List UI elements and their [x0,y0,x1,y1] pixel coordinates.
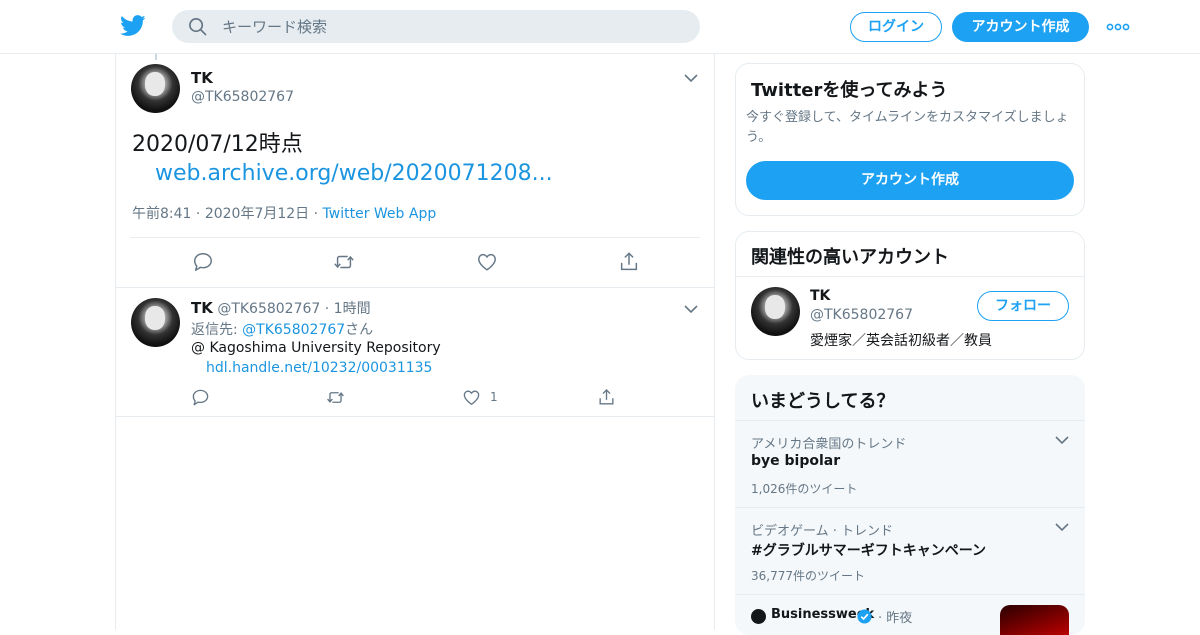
separator-dot: · [313,206,319,222]
tweet-time[interactable]: 1時間 [334,301,371,317]
reply-header: TK @TK65802767 · 1時間 [191,298,371,318]
news-item[interactable]: Businessweek · 昨夜 [735,594,1085,635]
tweet-text: 2020/07/12時点 [132,132,303,157]
create-account-button[interactable]: アカウント作成 [746,161,1074,200]
retweet-icon[interactable] [326,388,345,407]
more-options-icon[interactable] [1106,20,1130,34]
tweet-metadata: 午前8:41 · 2020年7月12日 · Twitter Web App [132,203,436,223]
news-time: · 昨夜 [878,607,912,626]
tweet-text: @ Kagoshima University Repository [191,340,441,356]
chevron-down-icon[interactable] [1055,435,1069,445]
share-icon[interactable] [597,388,616,407]
author-handle[interactable]: @TK65802767 [217,301,320,317]
tweet-time[interactable]: 午前8:41 [132,206,191,222]
divider [736,276,1084,277]
search-icon [189,18,207,36]
verified-badge-icon [857,609,872,624]
conversation-timeline: TK @TK65802767 2020/07/12時点 web.archive.… [115,54,715,630]
twitter-bird-icon[interactable] [120,14,146,38]
trend-title[interactable]: #グラブルサマーギフトキャンペーン [751,540,986,560]
reply-icon[interactable] [192,251,214,273]
login-button[interactable]: ログイン [850,12,942,42]
related-accounts-card: 関連性の高いアカウント TK @TK65802767 愛煙家／英会話初級者／教員… [735,231,1085,360]
reply-icon[interactable] [191,388,210,407]
signup-card-title: Twitterを使ってみよう [751,80,948,101]
search-input[interactable] [222,10,682,43]
trend-title[interactable]: bye bipolar [751,453,840,469]
signup-card: Twitterを使ってみよう 今すぐ登録して、タイムラインをカスタマイズしましょ… [735,63,1085,216]
replying-to-suffix: さん [345,322,374,338]
avatar[interactable] [751,287,800,336]
heart-icon[interactable] [462,388,481,407]
trends-card: いまどうしてる？ アメリカ合衆国のトレンド bye bipolar 1,026件… [735,375,1085,635]
trend-tweet-count: 1,026件のツイート [751,482,858,496]
trend-item[interactable]: ビデオゲーム · トレンド #グラブルサマーギフトキャンペーン 36,777件の… [735,507,1085,594]
tweet-link[interactable]: web.archive.org/web/2020071208... [155,159,553,188]
trends-title: いまどうしてる？ [751,391,895,412]
search-box[interactable] [172,10,700,43]
divider [130,237,700,238]
chevron-down-icon[interactable] [684,304,698,314]
trend-tweet-count: 36,777件のツイート [751,569,865,583]
news-source-logo [751,609,766,624]
mention-link[interactable]: @TK65802767 [242,322,345,338]
trend-context: アメリカ合衆国のトレンド [751,437,907,452]
account-handle[interactable]: @TK65802767 [810,307,913,323]
author-name[interactable]: TK [191,69,213,87]
replying-to-label: 返信先: [191,322,243,338]
trend-item[interactable]: アメリカ合衆国のトレンド bye bipolar 1,026件のツイート [735,420,1085,507]
account-bio: 愛煙家／英会話初級者／教員 [810,333,992,349]
chevron-down-icon[interactable] [684,73,698,83]
separator-dot: · [878,611,883,626]
chevron-down-icon[interactable] [1055,522,1069,532]
heart-icon[interactable] [476,251,498,273]
like-count: 1 [490,390,498,404]
author-handle[interactable]: @TK65802767 [191,89,294,105]
separator-dot: · [195,206,201,222]
share-icon[interactable] [618,251,640,273]
top-navigation-bar: ログイン アカウント作成 [0,0,1200,54]
reply-tweet[interactable]: TK @TK65802767 · 1時間 返信先: @TK65802767さん … [116,287,714,417]
signup-button[interactable]: アカウント作成 [952,12,1089,42]
tweet-source[interactable]: Twitter Web App [323,206,437,222]
avatar[interactable] [131,64,180,113]
tweet-date[interactable]: 2020年7月12日 [205,206,309,222]
avatar[interactable] [131,298,180,347]
retweet-icon[interactable] [333,251,355,273]
news-thumbnail[interactable] [1000,605,1069,635]
news-time-label: 昨夜 [886,611,913,626]
replying-to: 返信先: @TK65802767さん [191,319,373,339]
thread-connector-line [155,54,157,60]
account-name[interactable]: TK [810,288,830,304]
signup-card-description: 今すぐ登録して、タイムラインをカスタマイズしましょう。 [746,110,1069,145]
related-accounts-title: 関連性の高いアカウント [751,247,949,268]
follow-button[interactable]: フォロー [977,291,1069,321]
trend-context: ビデオゲーム · トレンド [751,524,894,539]
tweet-link[interactable]: hdl.handle.net/10232/00031135 [206,360,432,376]
separator-dot: · [324,301,330,317]
author-name[interactable]: TK [191,299,213,317]
